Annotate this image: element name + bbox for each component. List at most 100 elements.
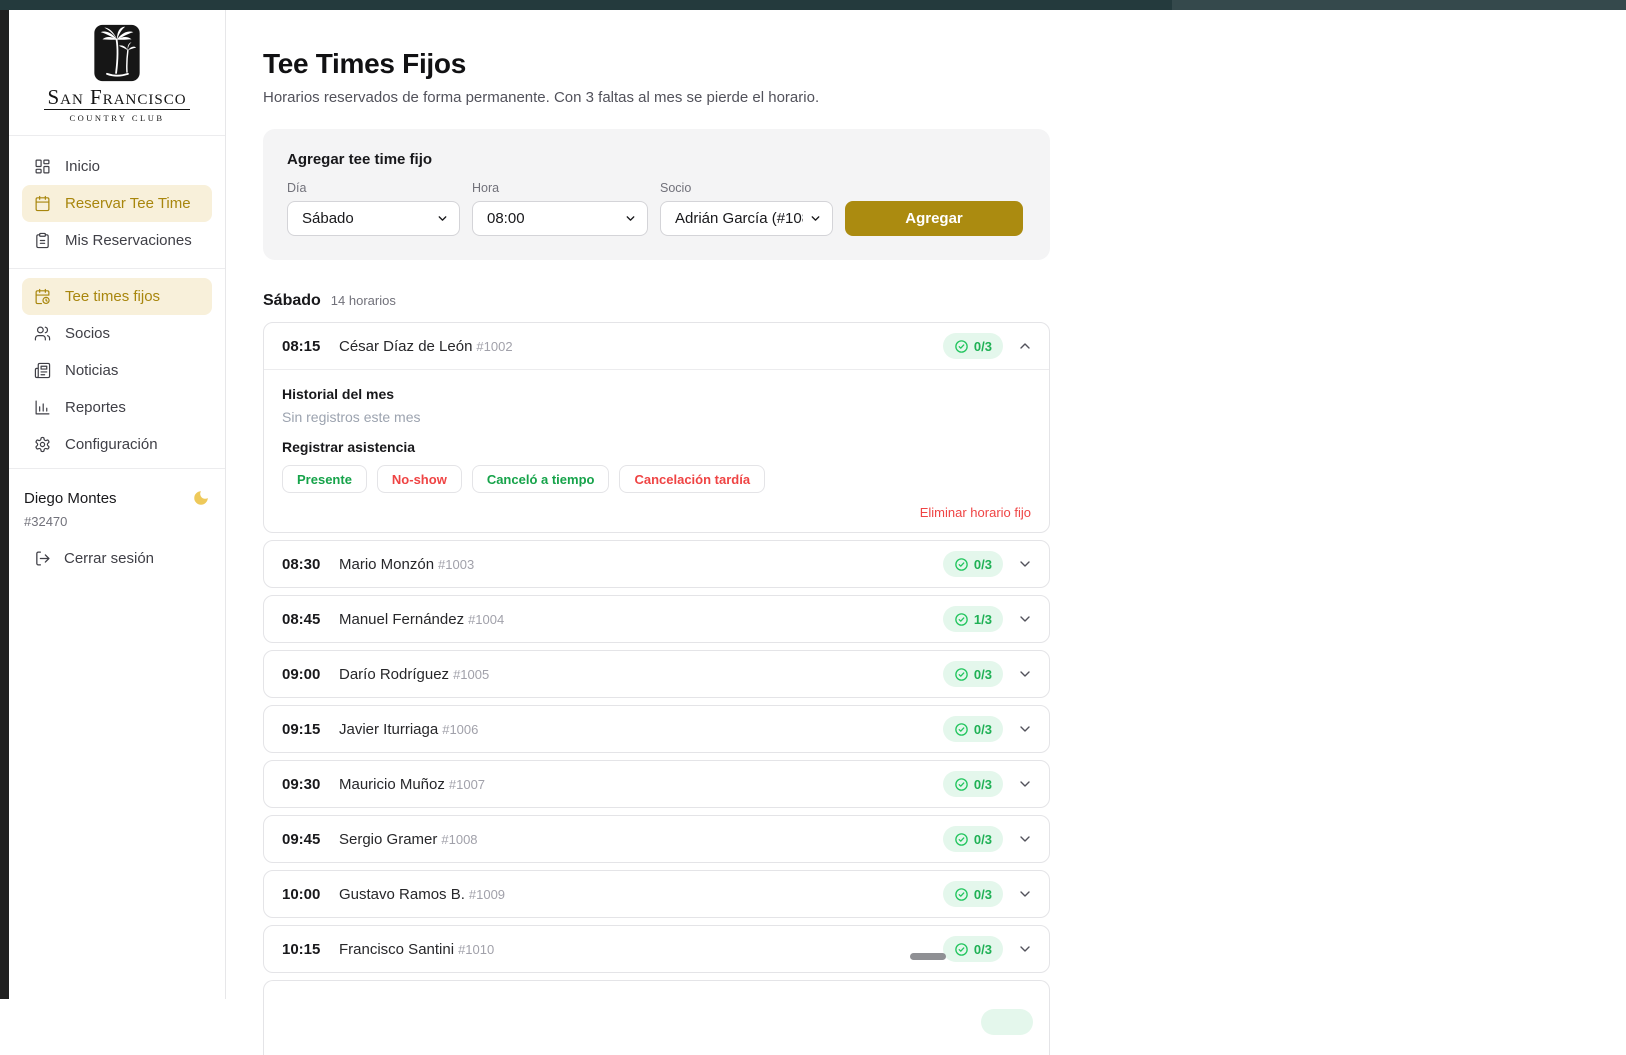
faults-count: 0/3 xyxy=(974,557,992,572)
dia-select-value: Sábado xyxy=(302,210,354,227)
member-name: Manuel Fernández#1004 xyxy=(339,611,943,628)
tee-time-row[interactable]: 09:00 Darío Rodríguez#1005 0/3 xyxy=(264,651,1049,697)
tee-time-row[interactable]: 10:15 Francisco Santini#1010 0/3 xyxy=(264,926,1049,972)
member-name: Sergio Gramer#1008 xyxy=(339,831,943,848)
dia-select[interactable]: Sábado xyxy=(287,201,460,236)
socio-select-value: Adrián García (#1083) xyxy=(675,210,803,227)
member-name: Mauricio Muñoz#1007 xyxy=(339,776,943,793)
agregar-button[interactable]: Agregar xyxy=(845,201,1023,236)
tee-time: 10:15 xyxy=(282,941,339,958)
attendance-button-presente[interactable]: Presente xyxy=(282,465,367,493)
tee-time-detail-panel: Historial del mes Sin registros este mes… xyxy=(264,369,1049,532)
sidebar-item-socios[interactable]: Socios xyxy=(22,315,212,352)
faults-count: 0/3 xyxy=(974,667,992,682)
clipboard-icon xyxy=(34,232,51,249)
scroll-indicator[interactable] xyxy=(910,953,946,960)
sidebar-item-noticias[interactable]: Noticias xyxy=(22,352,212,389)
attendance-buttons: Presente No-show Canceló a tiempo Cancelaci… xyxy=(282,465,1031,493)
sidebar-item-label: Mis Reservaciones xyxy=(65,232,192,249)
sidebar-nav: Inicio Reservar Tee Time Mis Reservacion… xyxy=(9,136,225,463)
tee-time: 09:00 xyxy=(282,666,339,683)
moon-icon[interactable] xyxy=(192,489,210,507)
tee-time-card: 09:45 Sergio Gramer#1008 0/3 xyxy=(263,815,1050,863)
main-content: Tee Times Fijos Horarios reservados de f… xyxy=(226,10,1626,999)
faults-badge: 0/3 xyxy=(943,333,1003,359)
sidebar-item-label: Reservar Tee Time xyxy=(65,195,191,212)
attendance-button-cancel-a-tiempo[interactable]: Canceló a tiempo xyxy=(472,465,610,493)
faults-count: 0/3 xyxy=(974,832,992,847)
tee-time-row[interactable]: 10:00 Gustavo Ramos B.#1009 0/3 xyxy=(264,871,1049,917)
sidebar-item-tee-times-fijos[interactable]: Tee times fijos xyxy=(22,278,212,315)
club-subtitle: Country Club xyxy=(9,113,225,123)
tee-time: 09:15 xyxy=(282,721,339,738)
faults-count: 0/3 xyxy=(974,887,992,902)
faults-badge xyxy=(981,1009,1033,1035)
tee-time-row[interactable]: 08:15 César Díaz de León#1002 0/3 xyxy=(264,323,1049,369)
chevron-up-icon[interactable] xyxy=(1017,338,1033,354)
logout-icon xyxy=(34,550,51,567)
newspaper-icon xyxy=(34,362,51,379)
tee-time-row[interactable]: 08:30 Mario Monzón#1003 0/3 xyxy=(264,541,1049,587)
bar-chart-icon xyxy=(34,399,51,416)
chevron-down-icon[interactable] xyxy=(1017,666,1033,682)
socio-select[interactable]: Adrián García (#1083) xyxy=(660,201,833,236)
sidebar-item-configuracion[interactable]: Configuración xyxy=(22,426,212,463)
history-empty-text: Sin registros este mes xyxy=(282,409,1031,425)
top-bar xyxy=(0,0,1626,10)
hora-select-value: 08:00 xyxy=(487,210,525,227)
member-id: #1008 xyxy=(441,832,477,847)
sidebar-divider xyxy=(9,268,225,269)
sidebar-item-reservar-tee-time[interactable]: Reservar Tee Time xyxy=(22,185,212,222)
sidebar-item-label: Socios xyxy=(65,325,110,342)
chevron-down-icon xyxy=(809,212,822,225)
calendar-icon xyxy=(34,195,51,212)
delete-fixed-tee-time-link[interactable]: Eliminar horario fijo xyxy=(282,505,1031,520)
calendar-clock-icon xyxy=(34,288,51,305)
tee-time-card: 08:15 César Díaz de León#1002 0/3 Histor… xyxy=(263,322,1050,533)
chevron-down-icon[interactable] xyxy=(1017,776,1033,792)
attendance-button-no-show[interactable]: No-show xyxy=(377,465,462,493)
member-name: Darío Rodríguez#1005 xyxy=(339,666,943,683)
member-id: #1010 xyxy=(458,942,494,957)
chevron-down-icon[interactable] xyxy=(1017,721,1033,737)
member-name: Gustavo Ramos B.#1009 xyxy=(339,886,943,903)
tee-time-card: 08:45 Manuel Fernández#1004 1/3 xyxy=(263,595,1050,643)
tee-time-row[interactable]: 09:30 Mauricio Muñoz#1007 0/3 xyxy=(264,761,1049,807)
chevron-down-icon[interactable] xyxy=(1017,886,1033,902)
sidebar-item-label: Inicio xyxy=(65,158,100,175)
sidebar: San Francisco Country Club Inicio Reserv… xyxy=(9,10,226,999)
chevron-down-icon xyxy=(624,212,637,225)
tee-time: 09:30 xyxy=(282,776,339,793)
chevron-down-icon[interactable] xyxy=(1017,941,1033,957)
sidebar-item-label: Noticias xyxy=(65,362,118,379)
sidebar-item-reportes[interactable]: Reportes xyxy=(22,389,212,426)
member-id: #1006 xyxy=(442,722,478,737)
user-name: Diego Montes xyxy=(24,490,117,507)
tee-time-row[interactable] xyxy=(264,981,1049,1055)
attendance-title: Registrar asistencia xyxy=(282,439,1031,455)
member-id: #1004 xyxy=(468,612,504,627)
left-edge-strip xyxy=(0,10,9,999)
sidebar-item-mis-reservaciones[interactable]: Mis Reservaciones xyxy=(22,222,212,259)
logout-button[interactable]: Cerrar sesión xyxy=(24,550,210,567)
day-section-count: 14 horarios xyxy=(331,293,396,308)
tee-time: 09:45 xyxy=(282,831,339,848)
member-name xyxy=(339,1014,981,1031)
chevron-down-icon[interactable] xyxy=(1017,611,1033,627)
hora-select[interactable]: 08:00 xyxy=(472,201,648,236)
add-panel-title: Agregar tee time fijo xyxy=(287,151,1026,168)
sidebar-item-inicio[interactable]: Inicio xyxy=(22,148,212,185)
page-subtitle: Horarios reservados de forma permanente.… xyxy=(263,89,1626,106)
tee-time: 08:30 xyxy=(282,556,339,573)
chevron-down-icon[interactable] xyxy=(1017,556,1033,572)
chevron-down-icon[interactable] xyxy=(1017,831,1033,847)
tee-time-card: 08:30 Mario Monzón#1003 0/3 xyxy=(263,540,1050,588)
tee-time-card: 09:15 Javier Iturriaga#1006 0/3 xyxy=(263,705,1050,753)
tee-time-row[interactable]: 09:15 Javier Iturriaga#1006 0/3 xyxy=(264,706,1049,752)
attendance-button-cancelaci-n-tard-a[interactable]: Cancelación tardía xyxy=(619,465,765,493)
faults-badge: 1/3 xyxy=(943,606,1003,632)
member-name: César Díaz de León#1002 xyxy=(339,338,943,355)
tee-time-row[interactable]: 09:45 Sergio Gramer#1008 0/3 xyxy=(264,816,1049,862)
tee-time-row[interactable]: 08:45 Manuel Fernández#1004 1/3 xyxy=(264,596,1049,642)
faults-badge: 0/3 xyxy=(943,551,1003,577)
